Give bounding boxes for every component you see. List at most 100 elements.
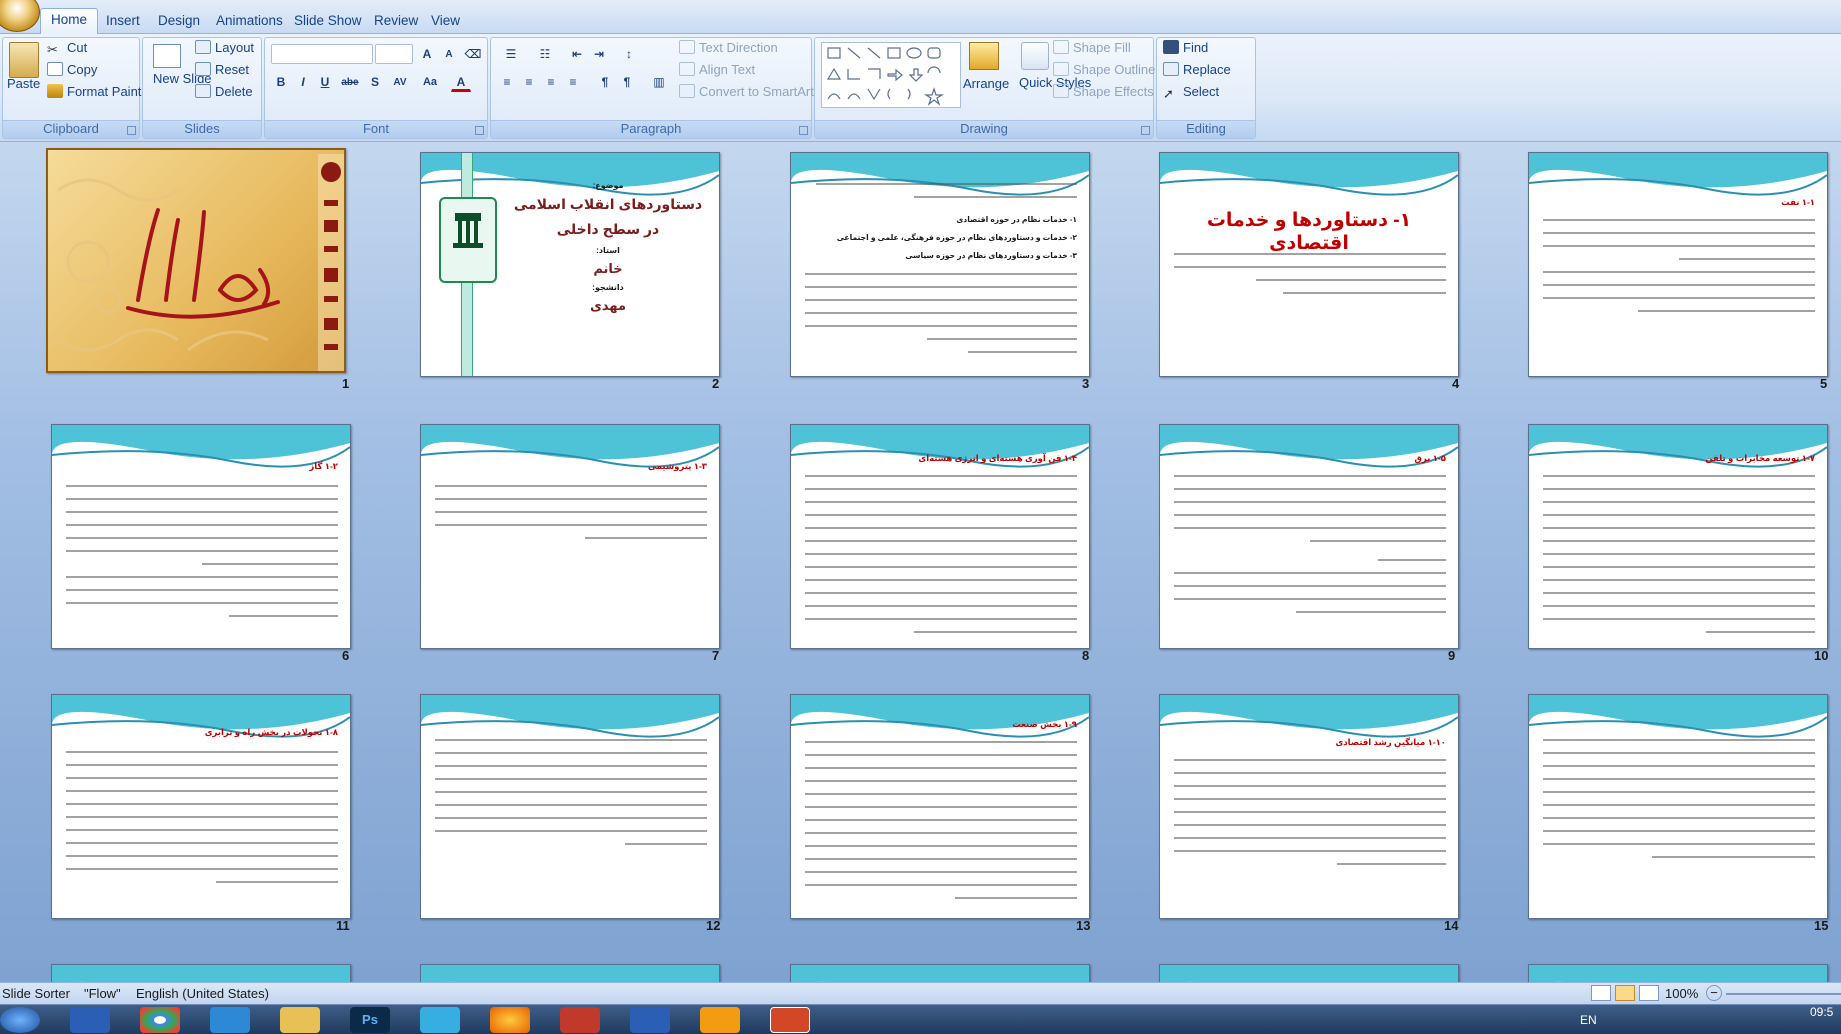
delete-button[interactable]: Delete bbox=[195, 84, 253, 99]
clear-format-icon[interactable]: ⌫ bbox=[463, 44, 483, 64]
slide-thumbnail[interactable]: ۱- خدمات نظام در حوزه اقتصادی ۲- خدمات و… bbox=[790, 152, 1090, 377]
tab-home[interactable]: Home bbox=[40, 8, 99, 35]
drawing-launcher-icon[interactable] bbox=[1141, 126, 1150, 135]
find-button[interactable]: Find bbox=[1163, 40, 1208, 55]
chrome-icon[interactable] bbox=[140, 1007, 180, 1033]
slide-sorter-view-icon[interactable] bbox=[1615, 985, 1635, 1001]
align-text-button[interactable]: Align Text bbox=[679, 62, 755, 77]
font-color-button[interactable]: A bbox=[451, 72, 471, 92]
shapes-gallery[interactable] bbox=[821, 42, 961, 108]
align-center-icon[interactable]: ≡ bbox=[519, 72, 539, 92]
slide-thumbnail[interactable]: ۱-۱۰ میانگین رشد اقتصادی bbox=[1159, 694, 1459, 919]
select-button[interactable]: ➚ Select bbox=[1163, 84, 1219, 101]
line-spacing-icon[interactable]: ↕ bbox=[615, 44, 643, 64]
tab-slide-show[interactable]: Slide Show bbox=[284, 10, 372, 34]
language-indicator[interactable]: English (United States) bbox=[136, 986, 269, 1001]
paragraph-launcher-icon[interactable] bbox=[799, 126, 808, 135]
tab-insert[interactable]: Insert bbox=[96, 10, 150, 34]
start-button-icon[interactable] bbox=[0, 1007, 40, 1033]
shadow-button[interactable]: S bbox=[365, 72, 385, 92]
clock[interactable]: 09:5 bbox=[1810, 1005, 1833, 1019]
grow-font-icon[interactable]: A bbox=[417, 44, 437, 64]
slide-thumbnail[interactable]: ۱-۹ بخش صنعت bbox=[790, 694, 1090, 919]
shield-app-icon[interactable] bbox=[560, 1007, 600, 1033]
shrink-font-icon[interactable]: A bbox=[439, 44, 459, 64]
slide-show-view-icon[interactable] bbox=[1639, 985, 1659, 1001]
replace-button[interactable]: Replace bbox=[1163, 62, 1231, 77]
slide-heading: ۱-۵ برق bbox=[1414, 453, 1446, 463]
justify-icon[interactable]: ≡ bbox=[563, 72, 583, 92]
slides-group: New Slide Layout Reset Delete Slides bbox=[142, 37, 262, 139]
slide-thumbnail[interactable]: ۱-۳ پتروشیمی bbox=[420, 424, 720, 649]
office-button[interactable] bbox=[0, 0, 40, 32]
clipboard-launcher-icon[interactable] bbox=[127, 126, 136, 135]
tab-design[interactable]: Design bbox=[148, 10, 210, 34]
internet-explorer-icon[interactable] bbox=[210, 1007, 250, 1033]
reset-button[interactable]: Reset bbox=[195, 62, 249, 77]
ltr-icon[interactable]: ¶ bbox=[595, 72, 615, 92]
align-left-icon[interactable]: ≡ bbox=[497, 72, 517, 92]
photoshop-icon[interactable]: Ps bbox=[350, 1007, 390, 1033]
word-document-icon[interactable] bbox=[630, 1007, 670, 1033]
zoom-slider[interactable] bbox=[1726, 993, 1841, 995]
media-player-icon[interactable] bbox=[700, 1007, 740, 1033]
text-direction-button[interactable]: Text Direction bbox=[679, 40, 778, 55]
slide-thumbnail[interactable]: ۱- دستاوردها و خدمات اقتصادی bbox=[1159, 152, 1459, 377]
tab-review[interactable]: Review bbox=[364, 10, 428, 34]
slide-thumbnail[interactable]: ۱-۸ تحولات در بخش راه و ترابری bbox=[51, 694, 351, 919]
arrange-button[interactable]: Arrange bbox=[963, 76, 1009, 91]
slide-sorter-pane[interactable]: 1 موضوع: دستاوردهای انقلاب اسلامی در سطح… bbox=[0, 142, 1841, 998]
font-size-box[interactable] bbox=[375, 44, 413, 64]
slide-thumbnail[interactable] bbox=[1528, 694, 1828, 919]
underline-button[interactable]: U bbox=[315, 72, 335, 92]
slide-heading: ۱-۱۰ میانگین رشد اقتصادی bbox=[1335, 737, 1447, 747]
slide-thumbnail[interactable]: ۱-۲ گاز bbox=[51, 424, 351, 649]
input-language[interactable]: EN bbox=[1580, 1013, 1597, 1027]
tab-view[interactable]: View bbox=[421, 10, 470, 34]
quick-styles-button[interactable]: Quick Styles bbox=[1019, 76, 1091, 90]
new-slide-button[interactable]: New Slide bbox=[153, 72, 212, 86]
layout-button[interactable]: Layout bbox=[195, 40, 254, 55]
telegram-icon[interactable] bbox=[420, 1007, 460, 1033]
slide-number: 11 bbox=[336, 918, 350, 933]
firefox-icon[interactable] bbox=[490, 1007, 530, 1033]
char-spacing-button[interactable]: AV bbox=[387, 72, 413, 92]
slide-number: 4 bbox=[1452, 376, 1460, 391]
slide-thumbnail[interactable]: ۱-۱ نفت bbox=[1528, 152, 1828, 377]
bold-button[interactable]: B bbox=[271, 72, 291, 92]
columns-icon[interactable]: ▥ bbox=[645, 72, 673, 92]
powerpoint-icon[interactable] bbox=[770, 1007, 810, 1033]
status-bar: Slide Sorter "Flow" English (United Stat… bbox=[0, 982, 1841, 1004]
align-right-icon[interactable]: ≡ bbox=[541, 72, 561, 92]
cut-button[interactable]: ✂ Cut bbox=[47, 40, 87, 57]
slide-thumbnail[interactable]: ۱-۵ برق bbox=[1159, 424, 1459, 649]
file-explorer-icon[interactable] bbox=[280, 1007, 320, 1033]
font-name-box[interactable] bbox=[271, 44, 373, 64]
normal-view-icon[interactable] bbox=[1591, 985, 1611, 1001]
tab-animations[interactable]: Animations bbox=[206, 10, 293, 34]
copy-button[interactable]: Copy bbox=[47, 62, 97, 77]
slide-thumbnail[interactable]: ۱-۴ فن آوری هسته‌ای و انرژی هسته‌ای bbox=[790, 424, 1090, 649]
zoom-out-icon[interactable]: − bbox=[1706, 985, 1722, 1001]
change-case-button[interactable]: Aa bbox=[417, 72, 443, 92]
increase-indent-icon[interactable]: ⇥ bbox=[589, 44, 609, 64]
paste-button[interactable]: Paste bbox=[7, 76, 40, 91]
strikethrough-button[interactable]: abe bbox=[337, 72, 363, 92]
slide-thumbnail[interactable]: موضوع: دستاوردهای انقلاب اسلامی در سطح د… bbox=[420, 152, 720, 377]
shape-effects-button[interactable]: Shape Effects bbox=[1053, 84, 1154, 99]
font-launcher-icon[interactable] bbox=[475, 126, 484, 135]
shape-fill-button[interactable]: Shape Fill bbox=[1053, 40, 1131, 55]
bullets-icon[interactable]: ☰ bbox=[497, 44, 525, 64]
numbering-icon[interactable]: ☷ bbox=[531, 44, 559, 64]
rtl-icon[interactable]: ¶ bbox=[617, 72, 637, 92]
decrease-indent-icon[interactable]: ⇤ bbox=[567, 44, 587, 64]
word-icon[interactable] bbox=[70, 1007, 110, 1033]
shape-outline-button[interactable]: Shape Outline bbox=[1053, 62, 1155, 77]
slide-thumbnail[interactable] bbox=[46, 148, 346, 373]
zoom-level[interactable]: 100% bbox=[1665, 986, 1698, 1001]
format-painter-button[interactable]: Format Painter bbox=[47, 84, 153, 99]
slide-thumbnail[interactable]: ۱-۷ توسعه مخابرات و تلفن bbox=[1528, 424, 1828, 649]
slide-thumbnail[interactable] bbox=[420, 694, 720, 919]
italic-button[interactable]: I bbox=[293, 72, 313, 92]
convert-smartart-button[interactable]: Convert to SmartArt bbox=[679, 84, 814, 99]
